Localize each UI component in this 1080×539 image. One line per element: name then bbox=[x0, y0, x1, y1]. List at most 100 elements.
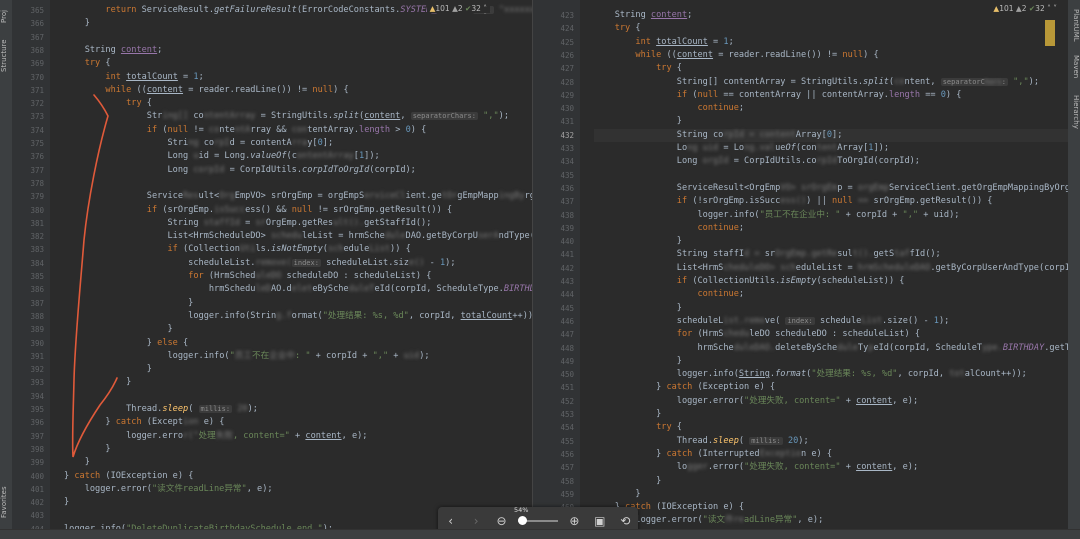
code-line[interactable]: String[] contentArray = StringUtils.spli… bbox=[594, 76, 1068, 89]
code-line[interactable]: ServiceResult<OrgEmpVO> srOrgEmp = orgEm… bbox=[64, 190, 532, 203]
code-line[interactable]: } bbox=[64, 323, 532, 336]
code-line[interactable]: if (null == contentArray || contentArray… bbox=[594, 89, 1068, 102]
code-line[interactable]: for (HrmScheduleDO scheduleDO : schedule… bbox=[594, 328, 1068, 341]
code-line[interactable]: if (srOrgEmp.isSuccess() && null != srOr… bbox=[64, 204, 532, 217]
code-line[interactable]: logger.error("读文件readLine异常", e); bbox=[594, 514, 1068, 527]
code-line[interactable]: } bbox=[64, 376, 532, 389]
code-line[interactable]: logger.info("员工不在企业中: " + corpId + "," +… bbox=[594, 209, 1068, 222]
code-line[interactable]: hrmScheduleDAO.deleteByScheduleTypeId(co… bbox=[594, 342, 1068, 355]
code-line[interactable]: } catch (InterruptedException e) { bbox=[594, 448, 1068, 461]
code-line[interactable]: int totalCount = 1; bbox=[594, 36, 1068, 49]
code-line[interactable]: String staffId = srOrgEmp.getResult().ge… bbox=[594, 248, 1068, 261]
code-line[interactable]: int totalCount = 1; bbox=[64, 71, 532, 84]
code-line[interactable]: try { bbox=[64, 57, 532, 70]
project-tool-tab[interactable]: Proj bbox=[0, 2, 12, 30]
left-editor-pane[interactable]: 365 return ServiceResult.getFailureResul… bbox=[12, 0, 532, 530]
rotate-button[interactable]: ⟲ bbox=[616, 514, 634, 528]
left-inspection-widget[interactable]: ▲101 ▲2 ✔32 ˄ bbox=[426, 4, 490, 13]
code-line[interactable]: } catch (Exception e) { bbox=[64, 416, 532, 429]
code-line[interactable]: logger.error("处理失败, content=" + content,… bbox=[594, 461, 1068, 474]
code-line[interactable]: } bbox=[594, 235, 1068, 248]
code-line[interactable]: if (CollectionUtils.isEmpty(scheduleList… bbox=[594, 275, 1068, 288]
code-line[interactable]: } bbox=[594, 488, 1068, 501]
code-line[interactable]: String content; bbox=[64, 44, 532, 57]
code-line[interactable]: Long uid = Long.valueOf(contentArray[1])… bbox=[64, 150, 532, 163]
line-number: 384 bbox=[30, 258, 44, 268]
code-line[interactable]: Thread.sleep( millis: 20); bbox=[594, 435, 1068, 448]
code-line[interactable]: logger.error("处理失败, content=" + content,… bbox=[594, 395, 1068, 408]
code-line[interactable]: ServiceResult<OrgEmpVO> srOrgEmp = orgEm… bbox=[594, 182, 1068, 195]
code-line[interactable]: logger.info("员工不在企业中: " + corpId + "," +… bbox=[64, 350, 532, 363]
code-line[interactable]: continue; bbox=[594, 288, 1068, 301]
line-number: 390 bbox=[30, 338, 44, 348]
zoom-slider-knob[interactable] bbox=[517, 516, 527, 525]
code-line[interactable]: String corpId = contentArray[0]; bbox=[64, 137, 532, 150]
code-line[interactable]: } else { bbox=[64, 337, 532, 350]
code-line[interactable]: for (HrmScheduleDO scheduleDO : schedule… bbox=[64, 270, 532, 283]
line-number: 426 bbox=[560, 50, 574, 60]
code-line[interactable]: } bbox=[64, 456, 532, 469]
code-line[interactable]: } bbox=[64, 297, 532, 310]
code-line[interactable]: while ((content = reader.readLine()) != … bbox=[594, 49, 1068, 62]
code-line[interactable]: } catch (IOException e) { bbox=[64, 470, 532, 483]
code-line[interactable]: } bbox=[594, 408, 1068, 421]
code-line[interactable] bbox=[64, 31, 532, 44]
code-line[interactable]: logger.info(String.format("处理结果: %s, %d"… bbox=[594, 368, 1068, 381]
fit-to-window-button[interactable]: ▣ bbox=[591, 514, 609, 528]
code-line[interactable] bbox=[594, 169, 1068, 182]
right-inspection-widget[interactable]: ▲101 ▲2 ✔32 ˄ ˅ bbox=[990, 4, 1060, 13]
code-line[interactable]: if (CollectionUtils.isNotEmpty(scheduleL… bbox=[64, 243, 532, 256]
line-number: 372 bbox=[30, 99, 44, 109]
forward-button[interactable]: › bbox=[467, 514, 485, 528]
code-line[interactable]: scheduleList.remove(index: scheduleList.… bbox=[64, 257, 532, 270]
chevron-down-icon[interactable]: ˅ bbox=[1053, 4, 1057, 13]
code-line[interactable]: List<HrmScheduleDO> scheduleList = hrmSc… bbox=[64, 230, 532, 243]
code-line[interactable]: } bbox=[64, 17, 532, 30]
hierarchy-tool-tab[interactable]: Hierarchy bbox=[1068, 92, 1080, 132]
code-line[interactable]: scheduleList.remove( index: scheduleList… bbox=[594, 315, 1068, 328]
code-line[interactable]: continue; bbox=[594, 102, 1068, 115]
structure-tool-tab[interactable]: Structure bbox=[0, 36, 12, 76]
code-line[interactable]: if (null != contentArray && contentArray… bbox=[64, 124, 532, 137]
code-line[interactable]: } bbox=[594, 475, 1068, 488]
code-line[interactable] bbox=[64, 390, 532, 403]
zoom-in-button[interactable]: ⊕ bbox=[565, 514, 583, 528]
code-line[interactable]: try { bbox=[64, 97, 532, 110]
code-line[interactable]: if (!srOrgEmp.isSuccess()) || null == sr… bbox=[594, 195, 1068, 208]
code-line[interactable]: hrmScheduleDAO.deleteByScheduleTeId(corp… bbox=[64, 283, 532, 296]
code-line[interactable]: } catch (IOException e) { bbox=[594, 501, 1068, 514]
code-line[interactable]: try { bbox=[594, 22, 1068, 35]
code-line[interactable]: while ((content = reader.readLine()) != … bbox=[64, 84, 532, 97]
code-line[interactable]: logger.error("处理失败, content=" + content,… bbox=[64, 430, 532, 443]
code-line[interactable]: String corpId = contentArray[0]; bbox=[594, 128, 1068, 142]
code-line[interactable]: List<HrmScheduleDO> scheduleList = hrmSc… bbox=[594, 262, 1068, 275]
code-line[interactable]: String staffId = srOrgEmp.getResult().ge… bbox=[64, 217, 532, 230]
code-line[interactable]: } bbox=[64, 363, 532, 376]
code-line[interactable]: } bbox=[594, 115, 1068, 128]
chevron-up-icon[interactable]: ˄ bbox=[1047, 4, 1051, 13]
code-line[interactable]: } catch (Exception e) { bbox=[594, 381, 1068, 394]
code-line[interactable] bbox=[64, 177, 532, 190]
back-button[interactable]: ‹ bbox=[442, 514, 460, 528]
code-line[interactable]: } bbox=[64, 443, 532, 456]
zoom-out-button[interactable]: ⊖ bbox=[493, 514, 511, 528]
code-line[interactable]: Long uid = Long.valueOf(contentArray[1])… bbox=[594, 142, 1068, 155]
right-scrollbar-marker[interactable] bbox=[1045, 20, 1055, 46]
code-line[interactable]: logger.info(String.format("处理结果: %s, %d"… bbox=[64, 310, 532, 323]
code-line[interactable]: try { bbox=[594, 62, 1068, 75]
favorites-tool-tab[interactable]: Favorites bbox=[0, 480, 12, 525]
plantuml-tool-tab[interactable]: PlantUML bbox=[1068, 4, 1080, 46]
maven-tool-tab[interactable]: Maven bbox=[1068, 52, 1080, 82]
code-line[interactable]: logger.error("读文件readLine异常", e); bbox=[64, 483, 532, 496]
code-line[interactable]: } bbox=[594, 302, 1068, 315]
right-editor-pane[interactable]: 423 String content; 424 try {425 int tota… bbox=[542, 0, 1068, 530]
code-line[interactable]: Thread.sleep( millis: 20); bbox=[64, 403, 532, 416]
chevron-up-icon[interactable]: ˄ bbox=[483, 4, 487, 13]
code-line[interactable]: String[] contentArray = StringUtils.spli… bbox=[64, 110, 532, 123]
code-line[interactable]: continue; bbox=[594, 222, 1068, 235]
code-line[interactable]: Long corpId = CorpIdUtils.corpIdToOrgId(… bbox=[64, 164, 532, 177]
code-line[interactable]: Long orgId = CorpIdUtils.corpIdToOrgId(c… bbox=[594, 155, 1068, 168]
code-line[interactable]: try { bbox=[594, 421, 1068, 434]
zoom-slider[interactable]: 54% bbox=[514, 506, 558, 525]
code-line[interactable]: } bbox=[594, 355, 1068, 368]
